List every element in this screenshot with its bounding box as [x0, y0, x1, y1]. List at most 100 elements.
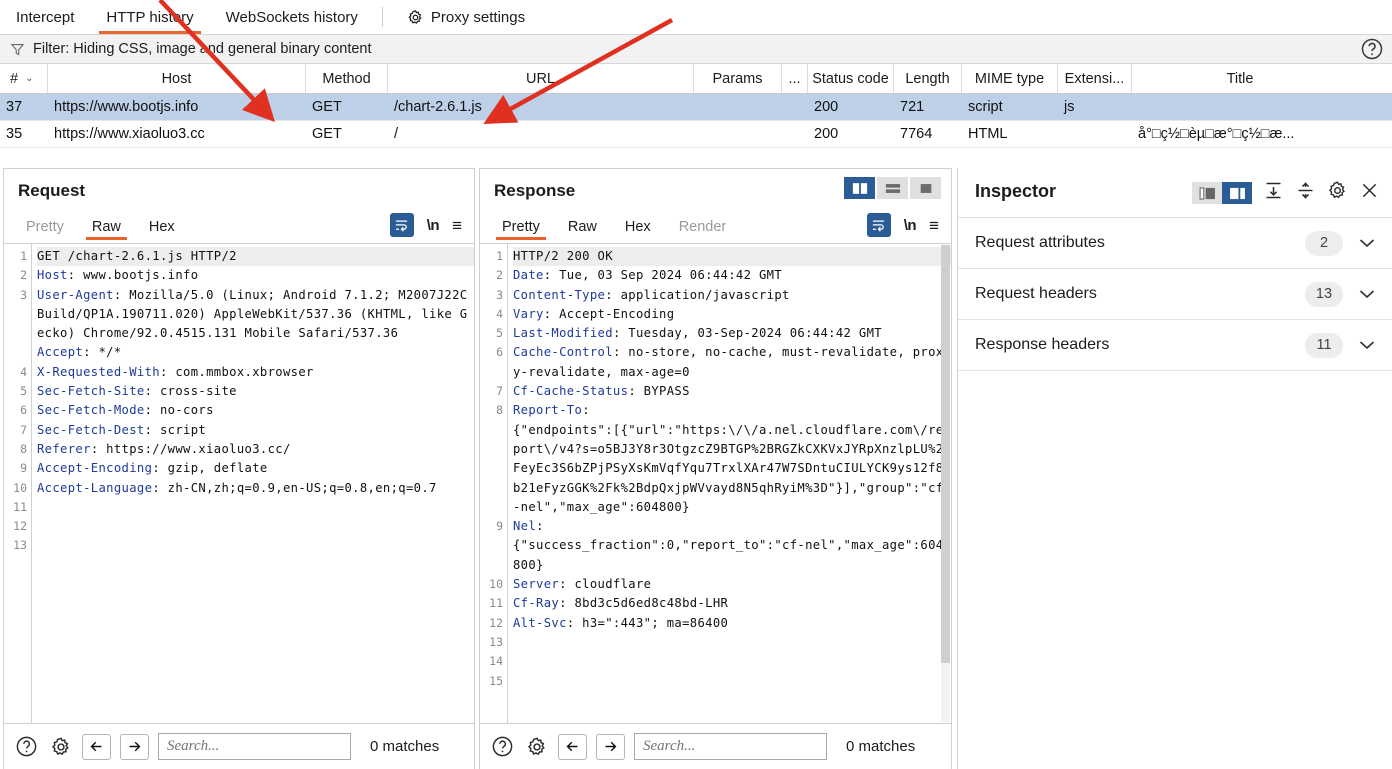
line-number: 4 — [20, 364, 27, 379]
tab-response-raw[interactable]: Raw — [554, 219, 611, 240]
code-line: Last-Modified: Tuesday, 03-Sep-2024 06:4… — [513, 324, 951, 343]
inspector-title: Inspector — [975, 181, 1057, 201]
arrow-right-icon[interactable] — [596, 733, 625, 760]
search-input[interactable] — [158, 733, 351, 760]
table-row[interactable]: 37 https://www.bootjs.info GET /chart-2.… — [0, 94, 1392, 121]
tab-request-pretty[interactable]: Pretty — [12, 219, 78, 240]
newline-toggle-icon[interactable]: \n — [904, 217, 917, 234]
line-number: 7 — [496, 384, 503, 399]
layout-toggle-group — [842, 177, 941, 199]
column-header-length[interactable]: Length — [894, 64, 962, 93]
code-line: Sec-Fetch-Mode: no-cors — [37, 401, 474, 420]
request-editor[interactable]: 1 2 3 4 5 6 7 8 9 10 11 12 13 GET /chart… — [4, 243, 474, 723]
inspector-section-response-headers[interactable]: Response headers 11 — [958, 320, 1392, 371]
line-number: 11 — [489, 596, 503, 611]
column-header-params[interactable]: Params — [694, 64, 782, 93]
tab-response-hex[interactable]: Hex — [611, 219, 665, 240]
arrow-left-icon[interactable] — [558, 733, 587, 760]
hamburger-menu-icon[interactable]: ≡ — [929, 217, 939, 234]
table-header-row: # ⌄ Host Method URL Params ... Status co… — [0, 64, 1392, 94]
tab-websockets-history[interactable]: WebSockets history — [210, 0, 374, 34]
column-header-ellipsis[interactable]: ... — [782, 64, 808, 93]
hamburger-menu-icon[interactable]: ≡ — [452, 217, 462, 234]
response-scrollbar[interactable] — [941, 245, 950, 722]
filter-text: Filter: Hiding CSS, image and general bi… — [33, 41, 372, 57]
header-key: Cf-Cache-Status — [513, 384, 629, 399]
collapse-all-icon[interactable] — [1295, 180, 1316, 206]
cell-ellipsis — [782, 121, 808, 147]
tab-intercept[interactable]: Intercept — [0, 0, 90, 34]
code-line: Content-Type: application/javascript — [513, 286, 951, 305]
arrow-right-icon[interactable] — [120, 733, 149, 760]
table-row[interactable]: 35 https://www.xiaoluo3.cc GET / 200 776… — [0, 121, 1392, 148]
tab-request-raw[interactable]: Raw — [78, 219, 135, 240]
column-header-number[interactable]: # ⌄ — [0, 64, 48, 93]
line-number: 6 — [496, 345, 503, 360]
column-header-title[interactable]: Title — [1132, 64, 1348, 93]
cell-title — [1132, 94, 1348, 120]
close-icon[interactable] — [1359, 180, 1380, 206]
gear-icon[interactable] — [48, 734, 73, 759]
code-line: Nel: — [513, 517, 951, 536]
stacked-layout-icon[interactable] — [877, 177, 908, 199]
line-number: 9 — [496, 519, 503, 534]
code-line: Cf-Cache-Status: BYPASS — [513, 382, 951, 401]
tab-http-history[interactable]: HTTP history — [90, 0, 209, 34]
search-input[interactable] — [634, 733, 827, 760]
chevron-down-icon: ⌄ — [25, 73, 34, 84]
tab-proxy-settings[interactable]: Proxy settings — [391, 0, 541, 34]
single-pane-layout-icon[interactable] — [910, 177, 941, 199]
section-label: Response headers — [975, 336, 1110, 353]
tab-response-render[interactable]: Render — [665, 219, 741, 240]
newline-toggle-icon[interactable]: \n — [427, 217, 440, 234]
line-number — [480, 479, 507, 498]
question-circle-icon[interactable] — [14, 734, 39, 759]
question-circle-icon[interactable] — [490, 734, 515, 759]
inspector-right-layout-icon[interactable] — [1222, 182, 1252, 204]
inspector-section-request-attributes[interactable]: Request attributes 2 — [958, 218, 1392, 269]
code-text: GET /chart-2.6.1.js HTTP/2 — [37, 249, 237, 263]
column-header-mime-type[interactable]: MIME type — [962, 64, 1058, 93]
header-key: Sec-Fetch-Dest — [37, 422, 145, 437]
code-line: Vary: Accept-Encoding — [513, 305, 951, 324]
line-number: 12 — [489, 615, 503, 630]
code-text: HTTP/2 200 OK — [513, 249, 613, 263]
chevron-down-icon[interactable] — [1359, 236, 1375, 251]
column-header-method[interactable]: Method — [306, 64, 388, 93]
tab-label: Intercept — [16, 8, 75, 26]
inspector-left-layout-icon[interactable] — [1192, 182, 1222, 204]
response-editor[interactable]: 1 2 3 4 5 6 7 8 9 10 11 12 13 14 15 HTTP… — [480, 243, 951, 723]
arrow-left-icon[interactable] — [82, 733, 111, 760]
word-wrap-icon[interactable] — [389, 213, 414, 237]
column-header-extension[interactable]: Extensi... — [1058, 64, 1132, 93]
request-tool-icons: \n ≡ — [389, 213, 462, 237]
column-header-host[interactable]: Host — [48, 64, 306, 93]
gear-icon[interactable] — [524, 734, 549, 759]
inspector-section-request-headers[interactable]: Request headers 13 — [958, 269, 1392, 320]
gear-icon[interactable] — [1327, 180, 1348, 206]
expand-all-icon[interactable] — [1263, 180, 1284, 206]
request-code[interactable]: GET /chart-2.6.1.js HTTP/2 Host: www.boo… — [32, 244, 474, 723]
code-text: : 8bd3c5d6ed8c48bd-LHR — [559, 596, 729, 611]
header-key: X-Requested-With — [37, 364, 160, 379]
line-number: 15 — [489, 673, 503, 688]
response-view-tabs: Pretty Raw Hex Render — [488, 212, 740, 240]
filter-bar[interactable]: Filter: Hiding CSS, image and general bi… — [0, 35, 1392, 64]
column-header-status-code[interactable]: Status code — [808, 64, 894, 93]
line-number: 3 — [496, 287, 503, 302]
chevron-down-icon[interactable] — [1359, 338, 1375, 353]
response-code[interactable]: HTTP/2 200 OK Date: Tue, 03 Sep 2024 06:… — [508, 244, 951, 723]
code-text: : www.bootjs.info — [67, 268, 199, 283]
side-by-side-layout-icon[interactable] — [844, 177, 875, 199]
cell-title: å°□ç½□èµ□æ°□ç½□æ... — [1138, 126, 1295, 142]
tab-request-hex[interactable]: Hex — [135, 219, 189, 240]
line-number: 6 — [20, 403, 27, 418]
section-count-badge: 13 — [1305, 281, 1343, 307]
word-wrap-icon[interactable] — [866, 213, 891, 237]
match-count: 0 matches — [370, 738, 440, 755]
response-panel: Response Pretty Raw Hex Render \n ≡ 1 2 … — [479, 168, 952, 769]
chevron-down-icon[interactable] — [1359, 287, 1375, 302]
tab-response-pretty[interactable]: Pretty — [488, 219, 554, 240]
column-header-url[interactable]: URL — [388, 64, 694, 93]
filter-help-icon[interactable] — [1360, 37, 1384, 61]
